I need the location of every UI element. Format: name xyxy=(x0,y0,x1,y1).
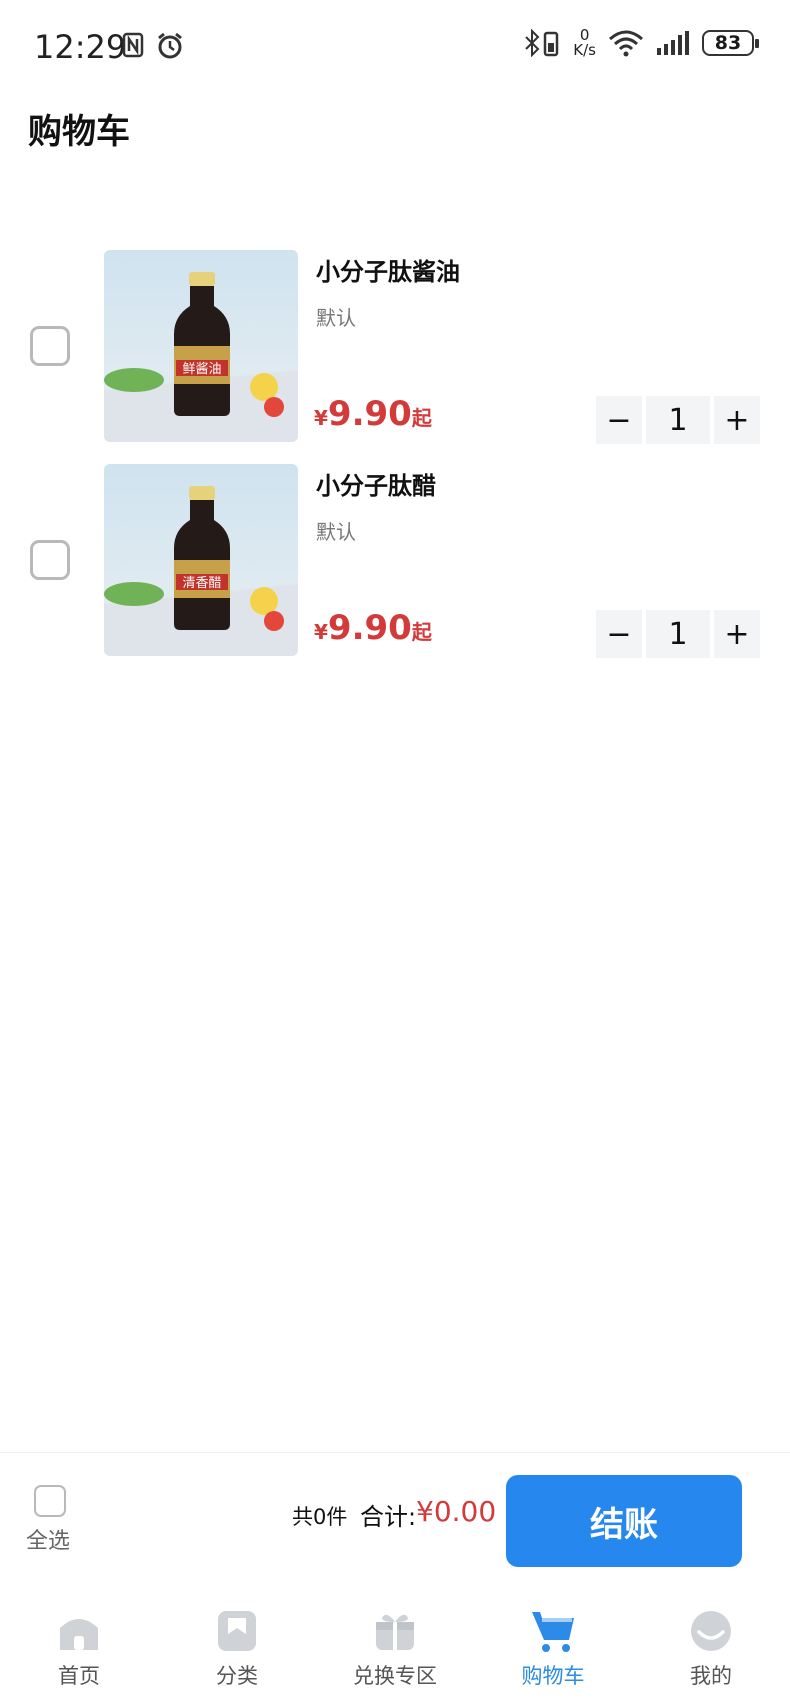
product-image[interactable]: 清香醋 xyxy=(104,464,298,656)
item-price: ¥9.90 起 xyxy=(314,608,432,648)
quantity-input[interactable]: 1 xyxy=(646,396,710,444)
quantity-stepper: − 1 + xyxy=(596,610,760,658)
profile-icon xyxy=(691,1611,731,1651)
increase-button[interactable]: + xyxy=(714,610,760,658)
bluetooth-battery-icon xyxy=(525,29,559,57)
battery-indicator: 83 xyxy=(702,30,759,56)
select-all[interactable]: 全选 xyxy=(26,1485,86,1555)
cart-item: 清香醋 小分子肽醋 默认 ¥9.90 起 − 1 + xyxy=(0,462,790,676)
tab-bar: 首页 分类 兑换专区 购物车 我的 xyxy=(0,1596,790,1699)
status-time: 12:29 xyxy=(34,28,127,66)
bottle-label-text: 鲜酱油 xyxy=(182,362,221,377)
item-price: ¥9.90 起 xyxy=(314,394,432,434)
home-icon xyxy=(60,1619,98,1650)
bottle-label-text: 清香醋 xyxy=(182,575,221,591)
tab-cart[interactable]: 购物车 xyxy=(474,1596,632,1699)
tab-home[interactable]: 首页 xyxy=(0,1596,158,1699)
item-count: 共0件 xyxy=(292,1505,348,1529)
cart-list: 鲜酱油 小分子肽酱油 默认 ¥9.90 起 − 1 + 清香醋 小分子肽醋 默认… xyxy=(0,248,790,676)
cart-item: 鲜酱油 小分子肽酱油 默认 ¥9.90 起 − 1 + xyxy=(0,248,790,462)
select-all-label: 全选 xyxy=(26,1529,71,1554)
decrease-button[interactable]: − xyxy=(596,610,642,658)
item-checkbox[interactable] xyxy=(30,540,70,580)
nfc-icon xyxy=(122,32,144,58)
increase-button[interactable]: + xyxy=(714,396,760,444)
select-all-checkbox[interactable] xyxy=(34,1485,66,1517)
gift-icon xyxy=(376,1614,414,1650)
tab-profile[interactable]: 我的 xyxy=(632,1596,790,1699)
item-spec: 默认 xyxy=(316,306,356,330)
wifi-icon xyxy=(609,30,643,57)
quantity-stepper: − 1 + xyxy=(596,396,760,444)
item-name[interactable]: 小分子肽醋 xyxy=(316,466,436,501)
tab-exchange[interactable]: 兑换专区 xyxy=(316,1596,474,1699)
cart-icon xyxy=(532,1612,574,1652)
item-spec: 默认 xyxy=(316,520,356,544)
tab-category[interactable]: 分类 xyxy=(158,1596,316,1699)
status-bar: 12:29 0 K/s 83 xyxy=(0,0,790,92)
alarm-icon xyxy=(158,32,182,59)
category-icon xyxy=(218,1611,256,1651)
product-image[interactable]: 鲜酱油 xyxy=(104,250,298,442)
page-title: 购物车 xyxy=(28,112,130,152)
signal-icon xyxy=(657,31,689,55)
item-checkbox[interactable] xyxy=(30,326,70,366)
item-name[interactable]: 小分子肽酱油 xyxy=(316,252,460,287)
summary-bar: 全选 共0件 合计: ¥0.00 结账 xyxy=(0,1452,790,1576)
checkout-button[interactable]: 结账 xyxy=(506,1475,742,1567)
decrease-button[interactable]: − xyxy=(596,396,642,444)
network-speed: 0 K/s xyxy=(573,26,596,59)
total-value: ¥0.00 xyxy=(416,1495,497,1528)
total-label: 合计: xyxy=(360,1503,417,1531)
quantity-input[interactable]: 1 xyxy=(646,610,710,658)
